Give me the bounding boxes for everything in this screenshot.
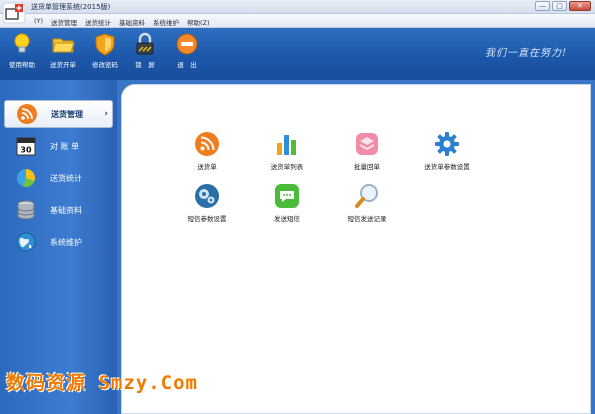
- menu-item-statistics[interactable]: 送货统计: [81, 17, 115, 27]
- change-password-label: 修改密码: [92, 61, 118, 69]
- exit-label: 退 出: [177, 61, 197, 69]
- sidebar-item-maintenance[interactable]: 系统维护: [4, 228, 113, 256]
- menu-item-file[interactable]: (Y): [30, 17, 47, 27]
- tile-delivery-settings[interactable]: 送货单参数设置: [407, 131, 487, 171]
- tile-sms-history[interactable]: 短信发送记录: [327, 183, 407, 223]
- database-icon: [14, 198, 38, 222]
- magnifier-icon: [354, 183, 380, 209]
- menu-item-delivery[interactable]: 送货管理: [47, 17, 81, 27]
- help-label: 使用帮助: [9, 61, 35, 69]
- new-delivery-button[interactable]: 送货开单: [44, 32, 82, 76]
- rss-icon: [194, 131, 220, 157]
- gear-icon: [434, 131, 460, 157]
- maximize-button[interactable]: □: [552, 1, 567, 11]
- sidebar-item-delivery[interactable]: 送货管理 ›: [4, 100, 113, 128]
- tile-batch-receipt[interactable]: 批量回单: [327, 131, 407, 171]
- tile-label: 送货单参数设置: [424, 163, 470, 171]
- tile-label: 送货单: [197, 163, 217, 171]
- sidebar-item-label: 基础资料: [50, 205, 82, 215]
- rss-icon: [15, 102, 39, 126]
- tile-send-sms[interactable]: 发送短信: [247, 183, 327, 223]
- tile-label: 短信发送记录: [347, 215, 387, 223]
- minimize-button[interactable]: —: [535, 1, 550, 11]
- title-bar: 送货单管理系统(2015版) — □ ✕: [0, 0, 595, 14]
- sidebar-item-statistics[interactable]: 送货统计: [4, 164, 113, 192]
- sidebar-item-label: 对 账 单: [50, 141, 80, 151]
- bar-chart-icon: [274, 131, 300, 157]
- change-password-button[interactable]: 修改密码: [86, 32, 124, 76]
- lock-screen-button[interactable]: 锁 屏: [126, 32, 164, 76]
- window-controls: — □ ✕: [535, 1, 591, 11]
- tile-label: 发送短信: [274, 215, 300, 223]
- calendar-number: 30: [20, 146, 32, 155]
- help-button[interactable]: 使用帮助: [4, 32, 40, 76]
- menu-item-basic-data[interactable]: 基础资料: [115, 17, 149, 27]
- folder-icon: [51, 32, 75, 56]
- sidebar: 送货管理 › 30 对 账 单 送货统计 基础资料 系统维护: [0, 80, 117, 414]
- sidebar-item-label: 送货统计: [50, 173, 82, 183]
- sidebar-item-statement[interactable]: 30 对 账 单: [4, 132, 113, 160]
- pie-chart-icon: [14, 166, 38, 190]
- window-title: 送货单管理系统(2015版): [31, 3, 111, 11]
- slogan-text: 我们一直在努力!: [484, 48, 567, 59]
- lock-screen-label: 锁 屏: [135, 61, 155, 69]
- menu-bar: (Y) 送货管理 送货统计 基础资料 系统维护 帮助(Z): [0, 14, 595, 28]
- tile-label: 短信参数设置: [187, 215, 227, 223]
- tile-sms-settings[interactable]: 短信参数设置: [167, 183, 247, 223]
- globe-icon: [14, 230, 38, 254]
- shield-icon: [93, 32, 117, 56]
- chevron-right-icon: ›: [104, 109, 108, 119]
- gears-icon: [194, 183, 220, 209]
- new-delivery-label: 送货开单: [50, 61, 76, 69]
- close-button[interactable]: ✕: [569, 1, 591, 11]
- exit-button[interactable]: 退 出: [168, 32, 206, 76]
- toolbar: 使用帮助 送货开单 修改密码 锁 屏 退 出 我们一直在努力!: [0, 28, 595, 80]
- tile-label: 送货单列表: [270, 163, 304, 171]
- watermark-text: 数码资源 Smzy.Com: [6, 372, 198, 394]
- calendar-icon: 30: [14, 134, 38, 158]
- app-logo-icon: [2, 2, 26, 24]
- tile-delivery-note[interactable]: 送货单: [167, 131, 247, 171]
- layers-icon: [354, 131, 380, 157]
- main-frame: 送货单 送货单列表 批量回单 送货单参数设置 短信参数设置 发送短信 短信发送记…: [117, 80, 595, 414]
- sidebar-item-label: 送货管理: [51, 109, 83, 119]
- tile-label: 批量回单: [354, 163, 380, 171]
- menu-item-help[interactable]: 帮助(Z): [183, 17, 214, 27]
- menu-item-maintenance[interactable]: 系统维护: [149, 17, 183, 27]
- lock-icon: [133, 32, 157, 56]
- main-panel: 送货单 送货单列表 批量回单 送货单参数设置 短信参数设置 发送短信 短信发送记…: [121, 84, 591, 414]
- exit-icon: [175, 32, 199, 56]
- chat-icon: [274, 183, 300, 209]
- sidebar-item-label: 系统维护: [50, 237, 82, 247]
- sidebar-item-basic-data[interactable]: 基础资料: [4, 196, 113, 224]
- tile-delivery-list[interactable]: 送货单列表: [247, 131, 327, 171]
- lightbulb-icon: [10, 32, 34, 56]
